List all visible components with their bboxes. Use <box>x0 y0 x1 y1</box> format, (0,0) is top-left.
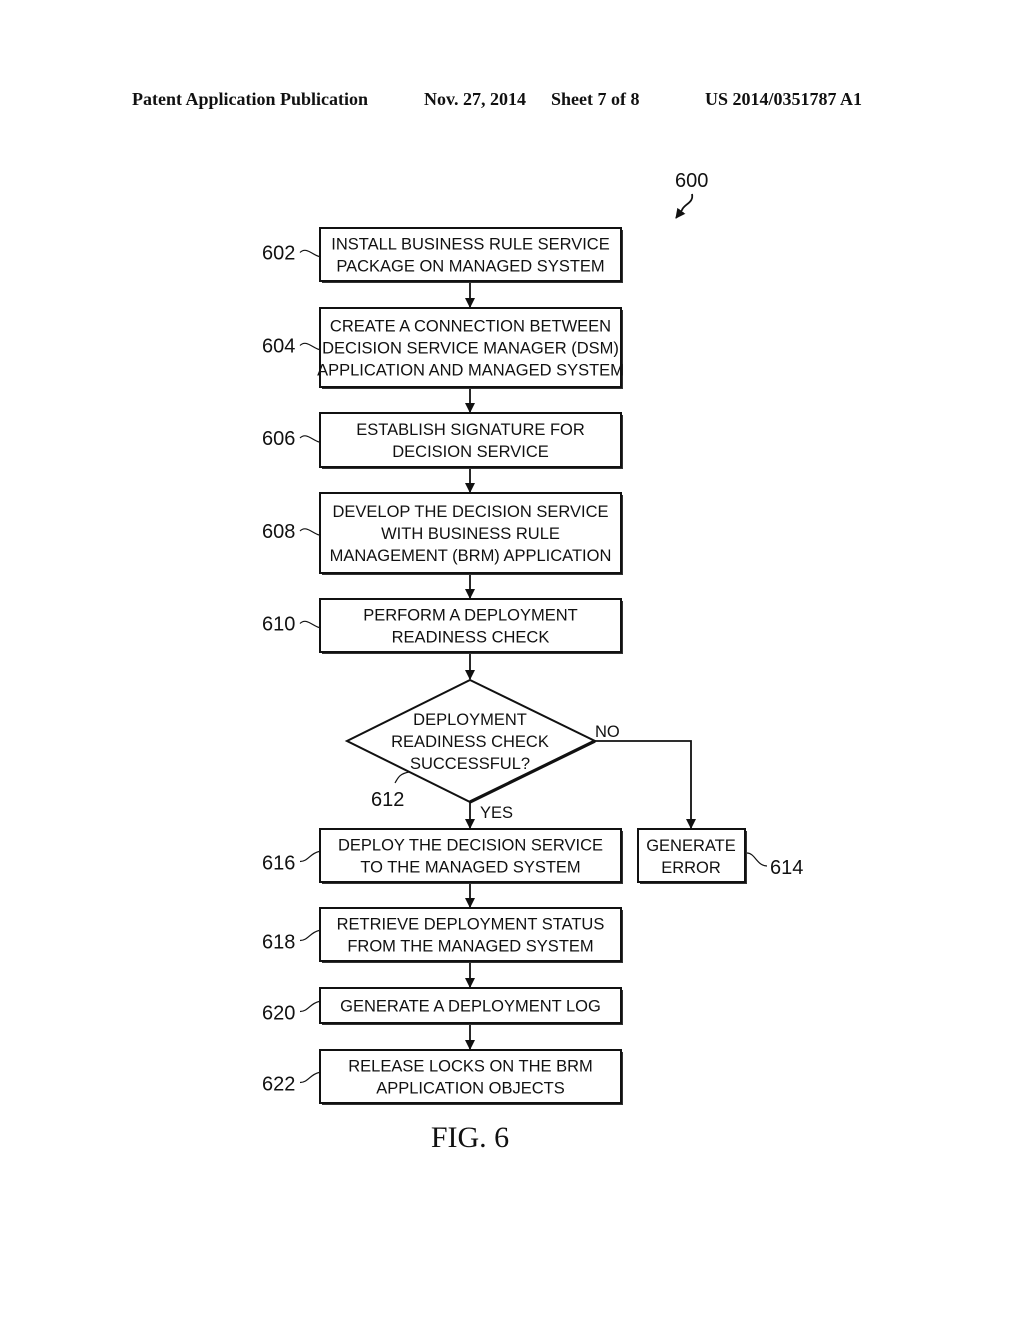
step-604: CREATE A CONNECTION BETWEEN DECISION SERV… <box>262 307 624 389</box>
decision-ref-leader <box>394 771 410 784</box>
decision-ref: 612 <box>371 789 404 811</box>
arrow-612-614-no <box>595 740 696 829</box>
step-610: PERFORM A DEPLOYMENT READINESS CHECK 610 <box>262 598 623 654</box>
step-606: ESTABLISH SIGNATURE FOR DECISION SERVICE 6… <box>262 412 623 469</box>
step-text-line: GENERATE A DEPLOYMENT LOG <box>340 998 601 1016</box>
step-ref-leader <box>299 249 320 258</box>
step-ref: 610 <box>262 614 295 636</box>
step-616: DEPLOY THE DECISION SERVICE TO THE MANAGE… <box>262 828 623 884</box>
step-602: INSTALL BUSINESS RULE SERVICE PACKAGE ON … <box>262 227 623 283</box>
step-620: GENERATE A DEPLOYMENT LOG 620 <box>262 987 623 1025</box>
step-ref-leader <box>299 342 320 351</box>
step-ref: 606 <box>262 428 295 450</box>
decision-612: DEPLOYMENT READINESS CHECK SUCCESSFUL? 6… <box>344 678 620 822</box>
step-text-line: ESTABLISH SIGNATURE FOR <box>356 421 585 439</box>
no-label: NO <box>595 723 620 741</box>
step-text-line: ERROR <box>661 859 721 877</box>
step-ref: 618 <box>262 932 295 954</box>
step-ref: 608 <box>262 521 295 543</box>
yes-label: YES <box>480 804 513 822</box>
figure-reference: 600 <box>675 170 708 192</box>
step-text-line: CREATE A CONNECTION BETWEEN <box>330 318 611 336</box>
figure-caption: FIG. 6 <box>431 1121 509 1154</box>
step-text-line: READINESS CHECK <box>392 629 550 647</box>
steps: INSTALL BUSINESS RULE SERVICE PACKAGE ON … <box>262 227 624 1105</box>
step-text-line: APPLICATION AND MANAGED SYSTEM <box>317 362 624 380</box>
step-ref-leader <box>299 1071 320 1084</box>
step-622: RELEASE LOCKS ON THE BRM APPLICATION OBJE… <box>262 1049 623 1105</box>
step-text-line: DEPLOY THE DECISION SERVICE <box>338 837 603 855</box>
step-text-line: PACKAGE ON MANAGED SYSTEM <box>336 258 604 276</box>
decision-text-line: DEPLOYMENT <box>413 711 527 729</box>
step-ref-leader <box>299 850 320 863</box>
step-ref: 604 <box>262 336 295 358</box>
step-ref-leader <box>746 852 768 867</box>
step-ref-leader <box>299 929 320 942</box>
step-text-line: FROM THE MANAGED SYSTEM <box>347 938 593 956</box>
step-text-line: GENERATE <box>646 837 736 855</box>
step-ref: 614 <box>770 857 803 879</box>
step-text-line: DECISION SERVICE <box>392 443 548 461</box>
step-text-line: INSTALL BUSINESS RULE SERVICE <box>331 236 609 254</box>
flowchart: 600 INSTALL BUSINESS RULE SERVICE PACKAGE… <box>262 170 803 1154</box>
step-ref-leader <box>299 1000 320 1013</box>
step-text-line: APPLICATION OBJECTS <box>376 1080 565 1098</box>
step-ref-leader <box>299 435 320 443</box>
step-ref: 622 <box>262 1074 295 1096</box>
step-text-line: RELEASE LOCKS ON THE BRM <box>348 1058 593 1076</box>
step-ref: 620 <box>262 1003 295 1025</box>
step-614: GENERATE ERROR 614 <box>637 828 803 884</box>
step-text-line: PERFORM A DEPLOYMENT <box>363 607 578 625</box>
decision-text-line: SUCCESSFUL? <box>410 755 530 773</box>
step-text-line: DEVELOP THE DECISION SERVICE <box>332 503 608 521</box>
step-608: DEVELOP THE DECISION SERVICE WITH BUSINES… <box>262 492 623 575</box>
step-ref-leader <box>299 620 320 629</box>
step-text-line: WITH BUSINESS RULE <box>381 525 560 543</box>
step-ref: 616 <box>262 853 295 875</box>
decision-text-line: READINESS CHECK <box>391 733 549 751</box>
step-text-line: RETRIEVE DEPLOYMENT STATUS <box>337 916 605 934</box>
figure-reference-arrow <box>675 193 694 219</box>
step-ref: 602 <box>262 243 295 265</box>
step-text-line: TO THE MANAGED SYSTEM <box>360 859 580 877</box>
step-text-line: MANAGEMENT (BRM) APPLICATION <box>330 547 612 565</box>
step-text-line: DECISION SERVICE MANAGER (DSM) <box>322 340 619 358</box>
step-ref-leader <box>299 528 320 536</box>
step-618: RETRIEVE DEPLOYMENT STATUS FROM THE MANAG… <box>262 907 623 963</box>
